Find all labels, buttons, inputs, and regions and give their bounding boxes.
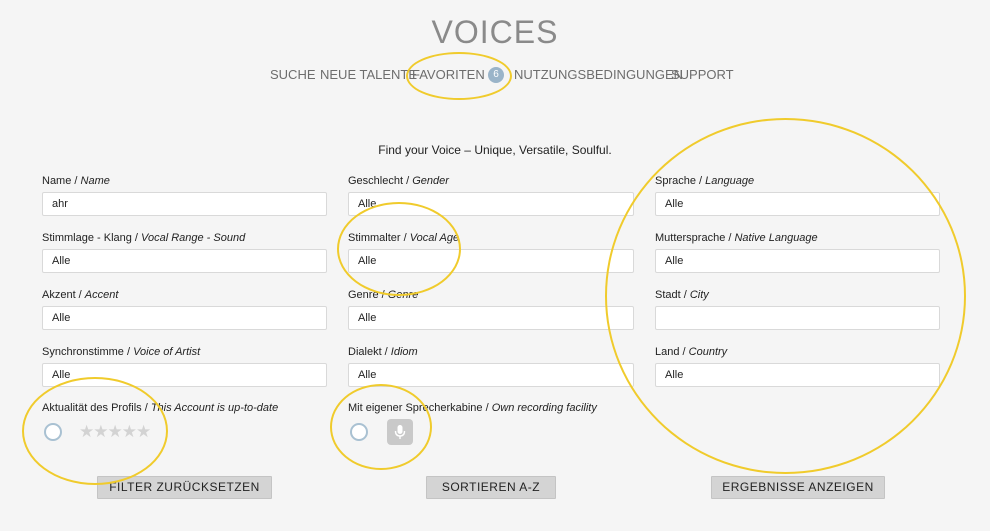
nav-item-nutzungsbedingungen[interactable]: NUTZUNGSBEDINGUNGEN [514,66,683,84]
vocal-range-select[interactable]: Alle [42,249,327,273]
city-input[interactable] [655,306,940,330]
gender-select[interactable]: Alle [348,192,634,216]
vocal-age-select[interactable]: Alle [348,249,634,273]
idiom-label: Dialekt / Idiom [348,346,418,358]
voice-of-artist-select[interactable]: Alle [42,363,327,387]
nav-item-neue-talente[interactable]: NEUE TALENTE [320,66,417,84]
genre-label: Genre / Genre [348,289,419,301]
language-label: Sprache / Language [655,175,755,187]
vocal-age-label: Stimmalter / Vocal Age [348,232,460,244]
nav-item-favoriten[interactable]: FAVORITEN [412,66,485,84]
recording-facility-radio[interactable] [350,423,368,441]
nav-item-suche[interactable]: SUCHE [270,66,316,84]
show-results-button[interactable]: ERGEBNISSE ANZEIGEN [711,476,885,499]
country-label: Land / Country [655,346,728,358]
profile-uptodate-label: Aktualität des Profils / This Account is… [42,402,279,414]
vocal-range-label: Stimmlage - Klang / Vocal Range - Sound [42,232,246,244]
accent-select[interactable]: Alle [42,306,327,330]
nav-item-support[interactable]: SUPPORT [671,66,734,84]
annotation-ring-recording-facility [330,384,432,470]
accent-label: Akzent / Accent [42,289,119,301]
name-input[interactable]: ahr [42,192,327,216]
language-select[interactable]: Alle [655,192,940,216]
microphone-icon[interactable] [387,419,413,445]
idiom-select[interactable]: Alle [348,363,634,387]
profile-uptodate-radio[interactable] [44,423,62,441]
native-language-label: Muttersprache / Native Language [655,232,818,244]
recording-facility-label: Mit eigener Sprecherkabine / Own recordi… [348,402,597,414]
main-nav: SUCHE NEUE TALENTE FAVORITEN 6 NUTZUNGSB… [0,66,990,86]
gender-label: Geschlecht / Gender [348,175,449,187]
genre-select[interactable]: Alle [348,306,634,330]
native-language-select[interactable]: Alle [655,249,940,273]
favorites-count-badge: 6 [488,67,504,83]
sort-az-button[interactable]: SORTIEREN A-Z [426,476,556,499]
city-label: Stadt / City [655,289,709,301]
page-title: VOICES [431,14,559,50]
reset-filter-button[interactable]: FILTER ZURÜCKSETZEN [97,476,272,499]
microphone-icon-svg [394,425,406,439]
rating-stars-icon[interactable]: ★★★★★ [79,422,151,442]
name-label: Name / Name [42,175,110,187]
tagline: Find your Voice – Unique, Versatile, Sou… [378,143,612,157]
country-select[interactable]: Alle [655,363,940,387]
voice-of-artist-label: Synchronstimme / Voice of Artist [42,346,201,358]
